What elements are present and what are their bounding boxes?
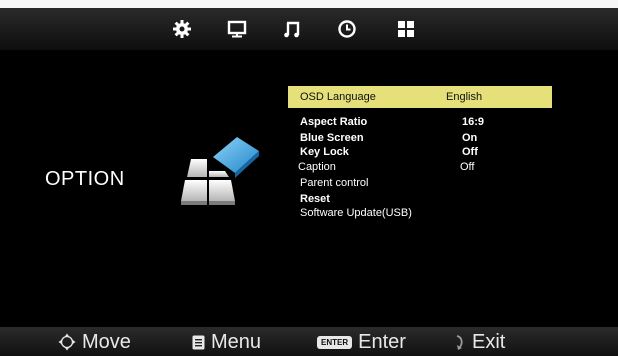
hint-enter: ENTER Enter	[317, 329, 406, 355]
menu-item-value: On	[462, 132, 478, 144]
monitor-icon	[227, 20, 247, 38]
tab-option[interactable]	[396, 19, 416, 39]
menu-item-value: English	[446, 91, 483, 103]
tab-sound[interactable]	[282, 19, 302, 39]
exit-arrow-icon	[456, 335, 463, 350]
menu-item-value: 16:9	[462, 116, 485, 128]
option-tiles-icon	[181, 137, 259, 205]
menu-item-label: Aspect Ratio	[300, 116, 368, 128]
tab-bar	[0, 8, 618, 50]
option-grid-icon	[398, 21, 414, 37]
menu-item-label: Software Update(USB)	[300, 207, 412, 219]
menu-item-software-update[interactable]: Software Update(USB)	[288, 207, 552, 220]
menu-item-value: Off	[460, 161, 475, 173]
menu-item-label: Blue Screen	[300, 132, 364, 144]
menu-item-label: Reset	[300, 193, 330, 205]
menu-item-label: Parent control	[300, 177, 369, 189]
hint-move: Move	[58, 329, 131, 355]
music-note-icon	[284, 21, 300, 38]
menu-key-icon	[192, 335, 205, 349]
menu-item-value: Off	[462, 146, 478, 158]
hint-menu: Menu	[192, 329, 261, 355]
hint-enter-label: Enter	[358, 330, 406, 353]
menu-item-reset[interactable]: Reset	[288, 191, 552, 207]
menu-item-blue-screen[interactable]: Blue Screen On	[288, 130, 552, 146]
menu-item-caption[interactable]: Caption Off	[288, 159, 552, 175]
hint-bar: Move Menu ENTER Enter Exit	[0, 327, 618, 356]
tab-picture-settings[interactable]	[172, 19, 192, 39]
hint-move-label: Move	[82, 330, 131, 353]
move-arrows-icon	[58, 333, 76, 351]
menu-item-osd-language[interactable]: OSD Language English	[288, 86, 552, 108]
menu-item-key-lock[interactable]: Key Lock Off	[288, 146, 552, 159]
option-menu: OSD Language English Aspect Ratio 16:9 B…	[288, 86, 552, 220]
menu-item-parent-control[interactable]: Parent control	[288, 175, 552, 191]
hint-exit-label: Exit	[472, 330, 506, 353]
menu-item-label: Caption	[298, 161, 336, 173]
page-title: OPTION	[45, 168, 125, 190]
tab-time[interactable]	[337, 19, 357, 39]
enter-key-icon: ENTER	[317, 335, 353, 349]
hint-exit: Exit	[454, 329, 505, 355]
clock-icon	[338, 20, 356, 38]
menu-item-label: Key Lock	[300, 146, 349, 158]
gear-icon	[173, 20, 191, 38]
tab-picture[interactable]	[227, 19, 247, 39]
top-strip	[0, 0, 618, 8]
hint-menu-label: Menu	[211, 330, 262, 353]
menu-item-label: OSD Language	[300, 91, 376, 103]
menu-item-aspect-ratio[interactable]: Aspect Ratio 16:9	[288, 114, 552, 130]
